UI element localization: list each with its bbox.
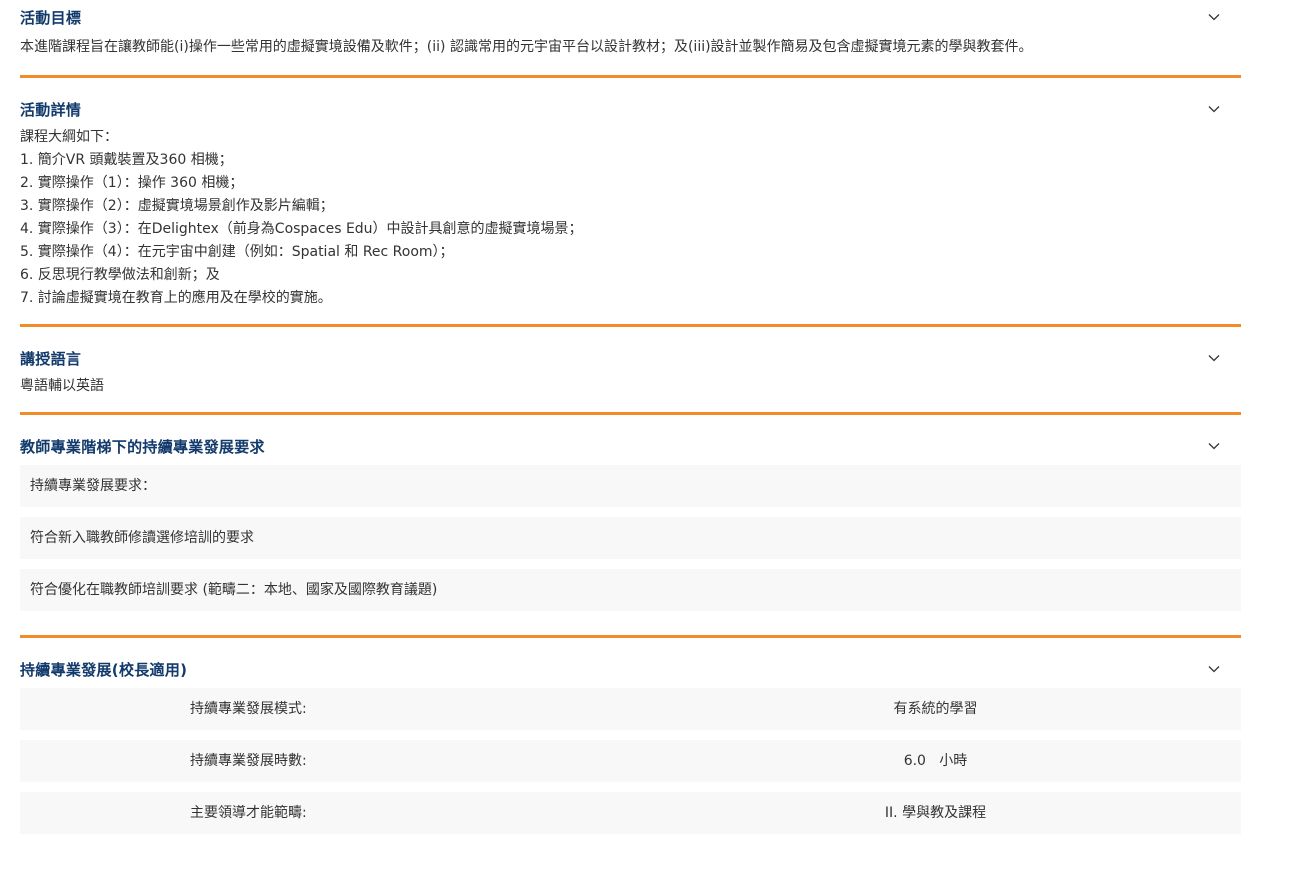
section-language-body: 粵語輔以英語 [20, 375, 1241, 412]
language-text: 粵語輔以英語 [20, 378, 104, 394]
cpd-mode-label: 持續專業發展模式: [190, 700, 307, 717]
outline-line: 5. 實際操作（4）：在元宇宙中創建（例如：Spatial 和 Rec Room… [20, 244, 454, 260]
section-cpd-ladder: 教師專業階梯下的持續專業發展要求 持續專業發展要求： 符合新入職教師修讀選修培訓… [20, 429, 1241, 638]
section-details-header[interactable]: 活動詳情 [20, 92, 1241, 126]
section-details-title: 活動詳情 [20, 100, 82, 119]
section-cpd-principal-body: 持續專業發展模式: 有系統的學習 持續專業發展時數: 6.0 小時 主要領導才能… [20, 688, 1241, 834]
section-details-body: 課程大綱如下： 1. 簡介VR 頭戴裝置及360 相機； 2. 實際操作（1）：… [20, 126, 1241, 324]
section-cpd-ladder-body: 持續專業發展要求： 符合新入職教師修讀選修培訓的要求 符合優化在職教師培訓要求 … [20, 465, 1241, 635]
page: 活動目標 本進階課程旨在讓教師能(i)操作一些常用的虛擬實境設備及軟件；(ii)… [0, 0, 1300, 896]
chevron-down-icon[interactable] [1207, 351, 1221, 365]
outline-line: 課程大綱如下： [20, 129, 118, 145]
outline-line: 1. 簡介VR 頭戴裝置及360 相機； [20, 152, 233, 168]
leadership-domain-value: II. 學與教及課程 [884, 804, 987, 821]
section-language-title: 講授語言 [20, 349, 82, 368]
section-objectives-body: 本進階課程旨在讓教師能(i)操作一些常用的虛擬實境設備及軟件；(ii) 認識常用… [20, 34, 1241, 75]
requirement-row: 符合優化在職教師培訓要求 (範疇二：本地、國家及國際教育議題) [20, 569, 1241, 611]
cpd-hours-label: 持續專業發展時數: [190, 752, 307, 769]
outline-line: 3. 實際操作（2）：虛擬實境場景創作及影片編輯； [20, 198, 334, 214]
section-language: 講授語言 粵語輔以英語 [20, 341, 1241, 415]
leadership-domain-label: 主要領導才能範疇: [190, 804, 307, 821]
section-cpd-principal: 持續專業發展(校長適用) 持續專業發展模式: 有系統的學習 持續專業發展時數: … [20, 652, 1241, 834]
section-objectives-title: 活動目標 [20, 8, 82, 27]
section-objectives: 活動目標 本進階課程旨在讓教師能(i)操作一些常用的虛擬實境設備及軟件；(ii)… [20, 0, 1241, 78]
outline-line: 4. 實際操作（3）：在Delightex（前身為Cospaces Edu）中設… [20, 221, 583, 237]
requirement-row: 符合新入職教師修讀選修培訓的要求 [20, 517, 1241, 559]
section-language-header[interactable]: 講授語言 [20, 341, 1241, 375]
outline-line: 6. 反思現行教學做法和創新；及 [20, 267, 220, 283]
outline-line: 2. 實際操作（1）：操作 360 相機； [20, 175, 244, 191]
table-row: 持續專業發展時數: 6.0 小時 [20, 740, 1241, 782]
chevron-down-icon[interactable] [1207, 662, 1221, 676]
chevron-down-icon[interactable] [1207, 439, 1221, 453]
accordion-list: 活動目標 本進階課程旨在讓教師能(i)操作一些常用的虛擬實境設備及軟件；(ii)… [20, 0, 1241, 834]
outline-line: 7. 討論虛擬實境在教育上的應用及在學校的實施。 [20, 290, 332, 306]
objectives-text: 本進階課程旨在讓教師能(i)操作一些常用的虛擬實境設備及軟件；(ii) 認識常用… [20, 39, 1033, 55]
requirement-row: 持續專業發展要求： [20, 465, 1241, 507]
section-details: 活動詳情 課程大綱如下： 1. 簡介VR 頭戴裝置及360 相機； 2. 實際操… [20, 92, 1241, 327]
chevron-down-icon[interactable] [1207, 102, 1221, 116]
section-cpd-principal-title: 持續專業發展(校長適用) [20, 660, 188, 679]
chevron-down-icon[interactable] [1207, 10, 1221, 24]
table-row: 持續專業發展模式: 有系統的學習 [20, 688, 1241, 730]
cpd-hours-value: 6.0 小時 [903, 752, 968, 769]
section-cpd-ladder-header[interactable]: 教師專業階梯下的持續專業發展要求 [20, 429, 1241, 463]
table-row: 主要領導才能範疇: II. 學與教及課程 [20, 792, 1241, 834]
section-cpd-ladder-title: 教師專業階梯下的持續專業發展要求 [20, 437, 265, 456]
cpd-mode-value: 有系統的學習 [893, 700, 978, 717]
section-objectives-header[interactable]: 活動目標 [20, 0, 1241, 34]
section-cpd-principal-header[interactable]: 持續專業發展(校長適用) [20, 652, 1241, 686]
